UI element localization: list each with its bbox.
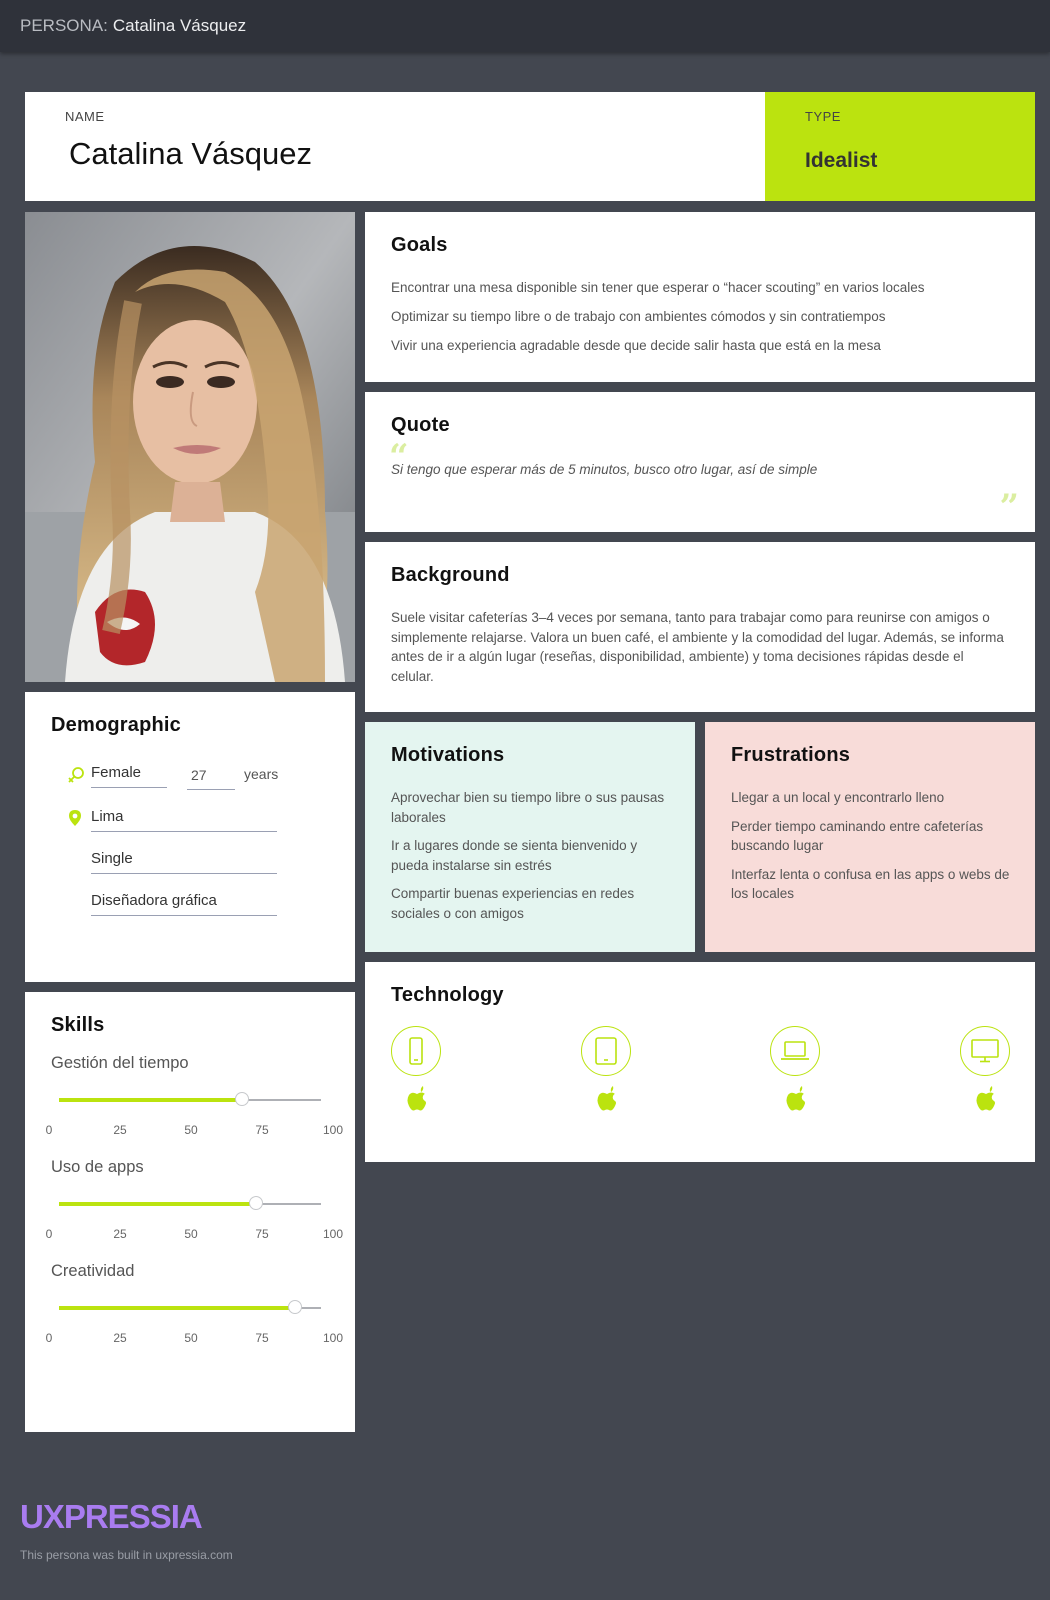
skill-slider[interactable]: [59, 1196, 321, 1210]
tech-device-laptop[interactable]: [770, 1026, 822, 1116]
goal-item[interactable]: Vivir una experiencia agradable desde qu…: [391, 336, 1011, 355]
skills-card: Skills Gestión del tiempo 0 25 50 75 100 Uso d…: [25, 992, 355, 1432]
scale-tick-label: 25: [113, 1123, 127, 1137]
motivations-title: Motivations: [391, 744, 505, 766]
goal-item[interactable]: Optimizar su tiempo libre o de trabajo c…: [391, 307, 1011, 326]
technology-title: Technology: [391, 984, 504, 1006]
goals-card: Goals Encontrar una mesa disponible sin …: [365, 212, 1035, 382]
motivation-item[interactable]: Aprovechar bien su tiempo libre o sus pa…: [391, 788, 675, 827]
scale-tick-label: 0: [45, 1331, 53, 1345]
persona-title: Catalina Vásquez: [112, 16, 247, 35]
gender-field[interactable]: Female: [91, 760, 167, 788]
quote-card: Quote “ Si tengo que esperar más de 5 mi…: [365, 392, 1035, 532]
skill-slider-thumb[interactable]: [235, 1092, 250, 1106]
goal-item[interactable]: Encontrar una mesa disponible sin tener …: [391, 278, 1011, 297]
age-unit: years: [244, 766, 279, 782]
persona-name[interactable]: Catalina Vásquez: [69, 136, 312, 172]
gender-icon: [67, 766, 85, 789]
skill-name: Creatividad: [51, 1262, 135, 1280]
scale-tick-label: 50: [184, 1331, 198, 1345]
demographic-title: Demographic: [51, 714, 182, 736]
persona-photo[interactable]: [25, 212, 355, 682]
technology-card: Technology: [365, 962, 1035, 1162]
scale-tick-label: 25: [113, 1331, 127, 1345]
skill-slider-fill: [59, 1306, 295, 1310]
goals-title: Goals: [391, 234, 448, 256]
motivations-list: Aprovechar bien su tiempo libre o sus pa…: [391, 788, 675, 932]
skill-item: Uso de apps 0 25 50 75 100: [25, 1158, 355, 1262]
tablet-icon: [581, 1026, 631, 1076]
frustration-item[interactable]: Perder tiempo caminando entre cafeterías…: [731, 817, 1015, 856]
footer-note: This persona was built in uxpressia.com: [20, 1548, 233, 1562]
frustrations-title: Frustrations: [731, 744, 851, 766]
scale-tick-label: 0: [45, 1123, 53, 1137]
occupation-field[interactable]: Diseñadora gráfica: [91, 888, 277, 916]
tech-device-smartphone[interactable]: [391, 1026, 443, 1116]
background-title: Background: [391, 564, 510, 586]
skill-slider-thumb[interactable]: [248, 1196, 263, 1210]
type-card: TYPE Idealist: [765, 92, 1035, 201]
motivation-item[interactable]: Compartir buenas experiencias en redes s…: [391, 884, 675, 923]
skill-item: Gestión del tiempo 0 25 50 75 100: [25, 1054, 355, 1158]
scale-tick-label: 25: [113, 1227, 127, 1241]
apple-icon: [581, 1086, 633, 1116]
portrait-image: [25, 212, 355, 682]
persona-prefix: PERSONA:: [20, 16, 108, 35]
desktop-icon: [960, 1026, 1010, 1076]
tech-device-tablet[interactable]: [581, 1026, 633, 1116]
laptop-icon: [770, 1026, 820, 1076]
scale-tick-label: 75: [255, 1227, 269, 1241]
skill-slider[interactable]: [59, 1092, 321, 1106]
persona-type[interactable]: Idealist: [805, 149, 877, 173]
scale-tick-label: 50: [184, 1227, 198, 1241]
skill-name: Uso de apps: [51, 1158, 144, 1176]
scale-tick-label: 75: [255, 1123, 269, 1137]
apple-icon: [960, 1086, 1012, 1116]
apple-icon: [391, 1086, 443, 1116]
skill-name: Gestión del tiempo: [51, 1054, 189, 1072]
age-field[interactable]: 27: [187, 762, 235, 790]
tech-device-desktop[interactable]: [960, 1026, 1012, 1116]
skill-scale: 0 25 50 75 100: [45, 1123, 343, 1139]
skill-slider-fill: [59, 1202, 256, 1206]
skill-item: Creatividad 0 25 50 75 100: [25, 1262, 355, 1366]
background-text[interactable]: Suele visitar cafeterías 3–4 veces por s…: [391, 608, 1009, 686]
name-label: NAME: [65, 109, 105, 124]
location-pin-icon: [67, 809, 83, 832]
scale-tick-label: 100: [322, 1227, 344, 1241]
skills-title: Skills: [51, 1014, 105, 1036]
quote-title: Quote: [391, 414, 450, 436]
skill-slider-fill: [59, 1098, 243, 1102]
quote-text[interactable]: Si tengo que esperar más de 5 minutos, b…: [391, 462, 817, 477]
smartphone-icon: [391, 1026, 441, 1076]
motivations-card: Motivations Aprovechar bien su tiempo li…: [365, 722, 695, 952]
uxpressia-logo[interactable]: UXPRESSIA: [20, 1498, 203, 1536]
scale-tick-label: 100: [322, 1123, 344, 1137]
type-label: TYPE: [805, 109, 841, 124]
status-field[interactable]: Single: [91, 846, 277, 874]
scale-tick-label: 100: [322, 1331, 344, 1345]
scale-tick-label: 75: [255, 1331, 269, 1345]
frustrations-card: Frustrations Llegar a un local y encontr…: [705, 722, 1035, 952]
motivation-item[interactable]: Ir a lugares donde se sienta bienvenido …: [391, 836, 675, 875]
skill-scale: 0 25 50 75 100: [45, 1331, 343, 1347]
goals-list: Encontrar una mesa disponible sin tener …: [391, 278, 1011, 365]
skill-scale: 0 25 50 75 100: [45, 1227, 343, 1243]
close-quote-icon: ”: [999, 487, 1019, 527]
frustrations-list: Llegar a un local y encontrarlo lleno Pe…: [731, 788, 1015, 913]
background-card: Background Suele visitar cafeterías 3–4 …: [365, 542, 1035, 712]
skill-slider[interactable]: [59, 1300, 321, 1314]
skill-slider-thumb[interactable]: [287, 1300, 302, 1314]
frustration-item[interactable]: Llegar a un local y encontrarlo lleno: [731, 788, 1015, 808]
frustration-item[interactable]: Interfaz lenta o confusa en las apps o w…: [731, 865, 1015, 904]
name-card: NAME Catalina Vásquez: [25, 92, 765, 201]
demographic-card: Demographic Female 27 years Lima Single …: [25, 692, 355, 982]
top-bar: PERSONA: Catalina Vásquez: [0, 0, 1050, 52]
scale-tick-label: 0: [45, 1227, 53, 1241]
scale-tick-label: 50: [184, 1123, 198, 1137]
location-field[interactable]: Lima: [91, 804, 277, 832]
apple-icon: [770, 1086, 822, 1116]
